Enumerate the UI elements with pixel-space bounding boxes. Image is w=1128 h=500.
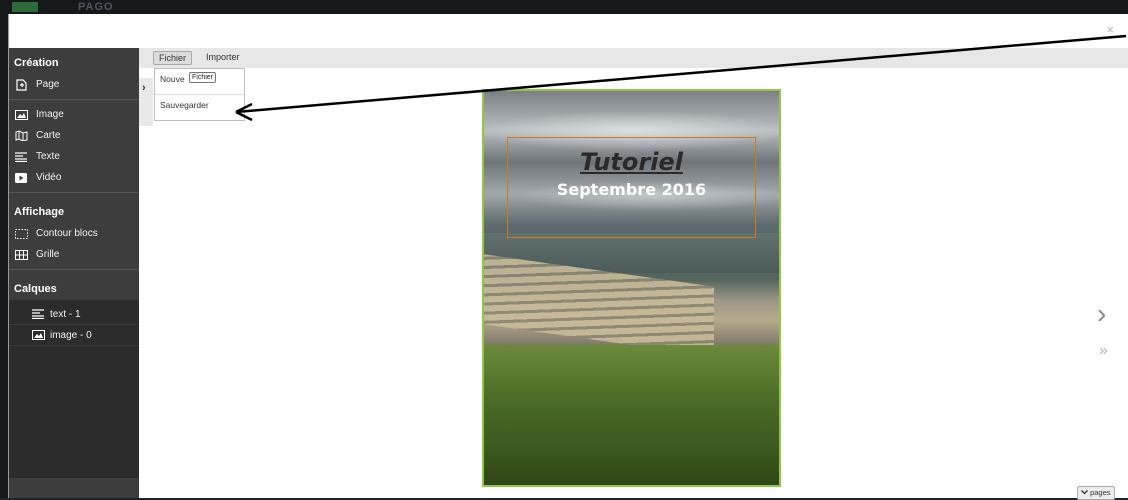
toolbar: Fichier Importer bbox=[139, 48, 1128, 68]
menu-item-label: Nouve bbox=[160, 74, 185, 84]
menu-fichier[interactable]: Fichier bbox=[153, 51, 193, 65]
layer-label: image - 0 bbox=[50, 329, 92, 341]
menu-importer[interactable]: Importer bbox=[201, 51, 245, 65]
section-title-creation: Création bbox=[14, 57, 59, 69]
background-brand-text: PAGO bbox=[78, 1, 114, 13]
text-icon bbox=[31, 308, 45, 320]
page-title: Tutoriel bbox=[580, 148, 683, 176]
sidebar-item-label: Contour blocs bbox=[36, 228, 98, 239]
sidebar-item-carte[interactable]: Carte bbox=[9, 125, 139, 146]
section-title-affichage: Affichage bbox=[14, 206, 65, 218]
layer-item-image[interactable]: image - 0 bbox=[9, 325, 139, 346]
sidebar-item-label: Vidéo bbox=[36, 172, 62, 183]
chevron-right-icon: › bbox=[142, 82, 146, 94]
pages-label: pages bbox=[1090, 488, 1111, 497]
sidebar-item-label: Grille bbox=[36, 249, 60, 260]
fichier-dropdown-menu: Nouve Fichier Sauvegarder bbox=[154, 68, 245, 121]
sidebar-item-label: Texte bbox=[36, 151, 60, 162]
menu-item-label: Sauvegarder bbox=[160, 100, 209, 110]
menu-item-sauvegarder[interactable]: Sauvegarder bbox=[155, 94, 244, 119]
chevron-down-icon bbox=[1081, 488, 1090, 497]
sidebar: Création Page Image Carte Texte Vidéo Af… bbox=[9, 48, 139, 498]
divider bbox=[9, 99, 139, 100]
editor-modal: × Création Page Image Carte Texte Vidéo … bbox=[8, 14, 1128, 500]
text-icon bbox=[14, 151, 28, 163]
divider bbox=[9, 269, 139, 270]
sidebar-item-image[interactable]: Image bbox=[9, 104, 139, 125]
layer-list: text - 1 image - 0 bbox=[9, 300, 139, 478]
dashed-border-icon bbox=[14, 228, 28, 240]
sidebar-item-texte[interactable]: Texte bbox=[9, 146, 139, 167]
grid-icon bbox=[14, 249, 28, 261]
page-canvas[interactable]: Tutoriel Septembre 2016 bbox=[482, 89, 781, 487]
sidebar-item-label: Carte bbox=[36, 130, 61, 141]
next-page-button[interactable]: › bbox=[1097, 298, 1106, 330]
section-title-calques: Calques bbox=[14, 283, 57, 295]
sidebar-item-label: Image bbox=[36, 109, 64, 120]
panel-toggle-tab[interactable]: › bbox=[139, 78, 153, 126]
menu-item-nouveau[interactable]: Nouve Fichier bbox=[155, 69, 244, 94]
page-subtitle: Septembre 2016 bbox=[556, 180, 707, 199]
image-icon bbox=[14, 109, 28, 121]
sidebar-item-grille[interactable]: Grille bbox=[9, 244, 139, 265]
sidebar-item-video[interactable]: Vidéo bbox=[9, 167, 139, 188]
background-logo bbox=[12, 2, 38, 12]
last-page-button[interactable]: » bbox=[1099, 342, 1108, 360]
grass-decoration bbox=[484, 345, 779, 485]
tooltip: Fichier bbox=[189, 72, 217, 83]
map-icon bbox=[14, 130, 28, 142]
image-icon bbox=[31, 329, 45, 341]
sidebar-item-page[interactable]: Page bbox=[9, 74, 139, 95]
text-block[interactable]: Tutoriel Septembre 2016 bbox=[507, 137, 756, 238]
video-icon bbox=[14, 172, 28, 184]
layer-item-text[interactable]: text - 1 bbox=[9, 304, 139, 325]
sidebar-item-contour-blocs[interactable]: Contour blocs bbox=[9, 223, 139, 244]
layer-label: text - 1 bbox=[50, 308, 81, 320]
sidebar-item-label: Page bbox=[36, 79, 60, 90]
add-page-icon bbox=[14, 78, 28, 91]
divider bbox=[9, 192, 139, 193]
close-button[interactable]: × bbox=[1106, 22, 1114, 37]
